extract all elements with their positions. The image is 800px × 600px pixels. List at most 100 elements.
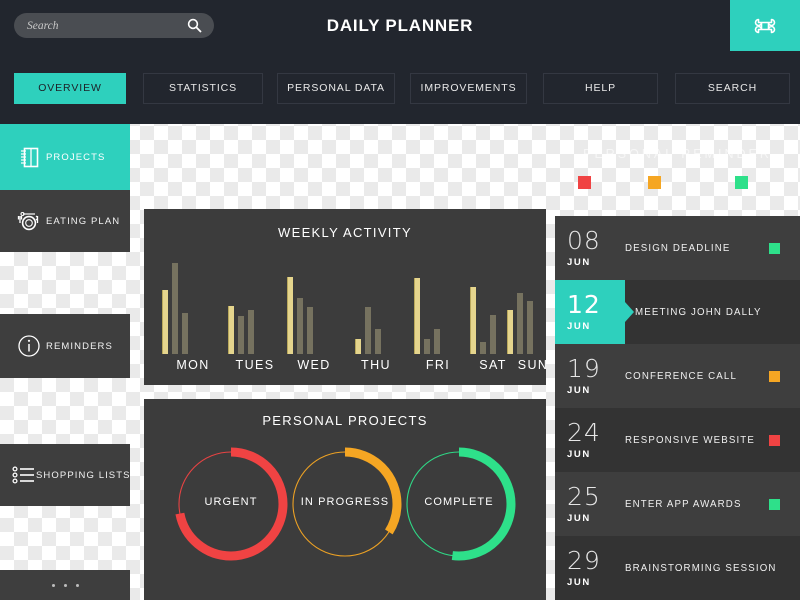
reminders-legend <box>555 176 800 190</box>
donut-urgent[interactable]: URGENT <box>170 443 292 565</box>
bar-axis-label: THU <box>361 358 391 372</box>
tab-personal-data[interactable]: PERSONAL DATA <box>277 73 395 104</box>
reminders-list: 08 JUN DESIGN DEADLINE 12 JUN MEETING JOHN DA… <box>555 216 800 600</box>
tab-statistics[interactable]: STATISTICS <box>143 73 263 104</box>
bar <box>434 329 440 354</box>
bar <box>375 329 381 354</box>
command-icon <box>752 13 778 39</box>
weekly-activity-title: WEEKLY ACTIVITY <box>278 225 412 240</box>
sidebar-item-eating-plan[interactable]: EATING PLAN <box>0 190 130 252</box>
bar-axis-label: WED <box>297 358 331 372</box>
reminder-row[interactable]: 08 JUN DESIGN DEADLINE <box>555 216 800 280</box>
more-options-dots[interactable] <box>0 570 130 600</box>
bar <box>172 263 178 354</box>
bar-group <box>414 263 440 354</box>
weekly-activity-axis-labels: MON TUES WED THU FRI SAT SUN <box>162 358 547 378</box>
tab-help[interactable]: HELP <box>543 73 658 104</box>
weekly-activity-card: WEEKLY ACTIVITY MON TUES WED THU FRI SAT SUN <box>144 209 547 385</box>
tab-bar: OVERVIEW STATISTICS PERSONAL DATA IMPROVEME… <box>0 51 800 124</box>
reminder-title: BRAINSTORMING SESSION <box>625 562 777 574</box>
dot <box>75 583 79 587</box>
bar <box>238 316 244 354</box>
reminder-status-badge <box>769 434 780 446</box>
tab-label: PERSONAL DATA <box>287 82 385 94</box>
sidebar-item-projects[interactable]: PROJECTS <box>0 124 130 190</box>
reminder-date: 19 JUN <box>555 356 625 396</box>
legend-swatch-priority-medium <box>648 176 661 189</box>
sidebar-item-label: PROJECTS <box>46 151 106 163</box>
legend-swatch-priority-high <box>578 176 591 189</box>
bar-group <box>228 263 254 354</box>
donut-label: COMPLETE <box>424 496 494 508</box>
reminder-day: 12 <box>567 290 601 319</box>
donut-complete[interactable]: COMPLETE <box>398 443 520 565</box>
reminder-month: JUN <box>567 321 591 332</box>
reminder-date: 25 JUN <box>555 484 625 524</box>
tab-label: IMPROVEMENTS <box>420 82 517 94</box>
tab-label: SEARCH <box>707 82 758 94</box>
tab-overview[interactable]: OVERVIEW <box>14 73 126 104</box>
reminder-title: RESPONSIVE WEBSITE <box>625 434 755 446</box>
bar <box>414 278 420 354</box>
bar <box>162 290 168 354</box>
plate-cutlery-icon <box>12 210 46 233</box>
bar <box>424 339 430 354</box>
reminder-status-badge <box>769 498 780 510</box>
reminder-month: JUN <box>567 385 591 396</box>
bar <box>490 315 496 354</box>
bar <box>307 307 313 354</box>
reminder-date: 12 JUN <box>555 280 634 344</box>
tab-label: STATISTICS <box>168 82 238 94</box>
tab-search[interactable]: SEARCH <box>675 73 790 104</box>
reminder-row[interactable]: 19 JUN CONFERENCE CALL <box>555 344 800 408</box>
reminder-title: ENTER APP AWARDS <box>625 498 742 510</box>
notebook-icon <box>12 146 46 169</box>
bar <box>365 307 371 354</box>
bar <box>507 310 513 354</box>
reminder-day: 08 <box>567 226 601 255</box>
tab-improvements[interactable]: IMPROVEMENTS <box>410 73 527 104</box>
bar <box>287 277 293 354</box>
bar <box>470 287 476 354</box>
bar-axis-label: FRI <box>425 358 451 372</box>
donut-label: URGENT <box>204 496 258 508</box>
tab-label: HELP <box>584 82 617 94</box>
page-title: DAILY PLANNER <box>326 16 474 35</box>
sidebar-item-label: SHOPPING LISTS <box>36 469 131 481</box>
bar-group <box>470 263 496 354</box>
bar <box>297 298 303 354</box>
reminder-status-badge <box>769 242 780 254</box>
tab-label: OVERVIEW <box>38 82 102 94</box>
bar-group <box>355 263 381 354</box>
reminder-title: DESIGN DEADLINE <box>625 242 731 254</box>
sidebar-item-label: EATING PLAN <box>46 215 121 227</box>
reminder-row[interactable]: 25 JUN ENTER APP AWARDS <box>555 472 800 536</box>
sidebar-item-shopping-lists[interactable]: SHOPPING LISTS <box>0 444 130 506</box>
bar-group <box>507 263 533 354</box>
reminder-date: 08 JUN <box>555 228 625 268</box>
command-menu-button[interactable] <box>730 0 800 51</box>
reminder-day: 29 <box>567 546 601 575</box>
sidebar: PROJECTS EATING PLAN REMINDERS SHOPPING … <box>0 124 130 600</box>
bar <box>182 313 188 354</box>
reminder-date: 24 JUN <box>555 420 625 460</box>
reminder-day: 24 <box>567 418 601 447</box>
reminder-title: MEETING JOHN DALLY <box>635 306 762 318</box>
dot <box>51 583 55 587</box>
donut-label: IN PROGRESS <box>300 496 390 508</box>
reminder-day: 25 <box>567 482 601 511</box>
reminder-title: CONFERENCE CALL <box>625 370 737 382</box>
reminder-row[interactable]: 29 JUN BRAINSTORMING SESSION <box>555 536 800 600</box>
bar <box>480 342 486 354</box>
bar-group <box>162 263 188 354</box>
reminder-row[interactable]: 12 JUN MEETING JOHN DALLY <box>555 280 800 344</box>
dot <box>63 583 67 587</box>
reminder-date: 29 JUN <box>555 548 625 588</box>
reminder-row[interactable]: 24 JUN RESPONSIVE WEBSITE <box>555 408 800 472</box>
bar <box>248 310 254 354</box>
legend-swatch-priority-low <box>735 176 748 189</box>
reminder-month: JUN <box>567 577 591 588</box>
bullet-list-icon <box>12 465 36 485</box>
donut-in-progress[interactable]: IN PROGRESS <box>284 443 406 565</box>
sidebar-item-reminders[interactable]: REMINDERS <box>0 314 130 378</box>
